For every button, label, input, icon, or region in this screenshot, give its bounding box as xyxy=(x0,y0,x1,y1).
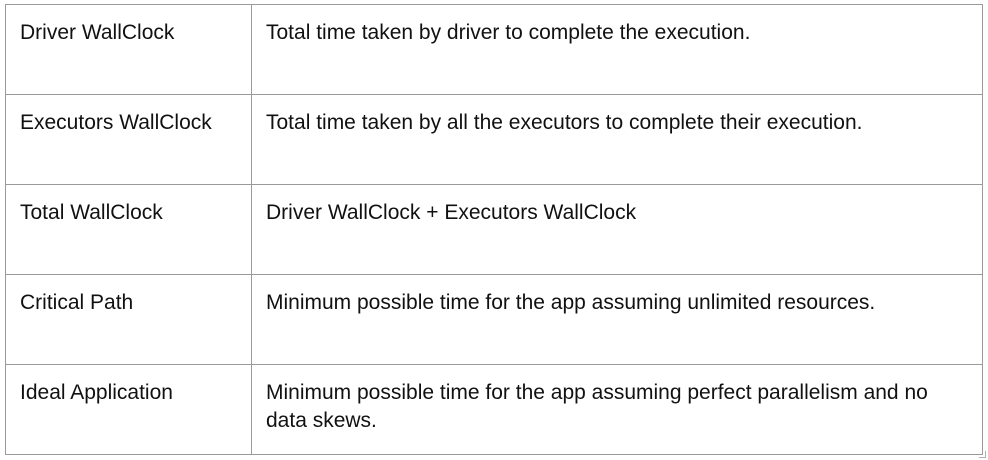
metric-description-cell: Total time taken by driver to complete t… xyxy=(251,4,983,95)
metric-description-cell: Minimum possible time for the app assumi… xyxy=(251,364,983,455)
metric-name-cell: Ideal Application xyxy=(5,364,252,455)
metric-name-cell: Executors WallClock xyxy=(5,94,252,185)
resize-corner-mark xyxy=(979,451,986,458)
table-row: Executors WallClock Total time taken by … xyxy=(5,94,983,185)
metric-description-cell: Driver WallClock + Executors WallClock xyxy=(251,184,983,275)
metric-name-cell: Driver WallClock xyxy=(5,4,252,95)
table-row: Critical Path Minimum possible time for … xyxy=(5,274,983,365)
table-row: Ideal Application Minimum possible time … xyxy=(5,364,983,455)
metric-name-cell: Total WallClock xyxy=(5,184,252,275)
table-row: Driver WallClock Total time taken by dri… xyxy=(5,4,983,95)
metrics-definition-table: Driver WallClock Total time taken by dri… xyxy=(5,4,983,455)
metric-description-cell: Total time taken by all the executors to… xyxy=(251,94,983,185)
table-row: Total WallClock Driver WallClock + Execu… xyxy=(5,184,983,275)
metric-description-cell: Minimum possible time for the app assumi… xyxy=(251,274,983,365)
metric-name-cell: Critical Path xyxy=(5,274,252,365)
